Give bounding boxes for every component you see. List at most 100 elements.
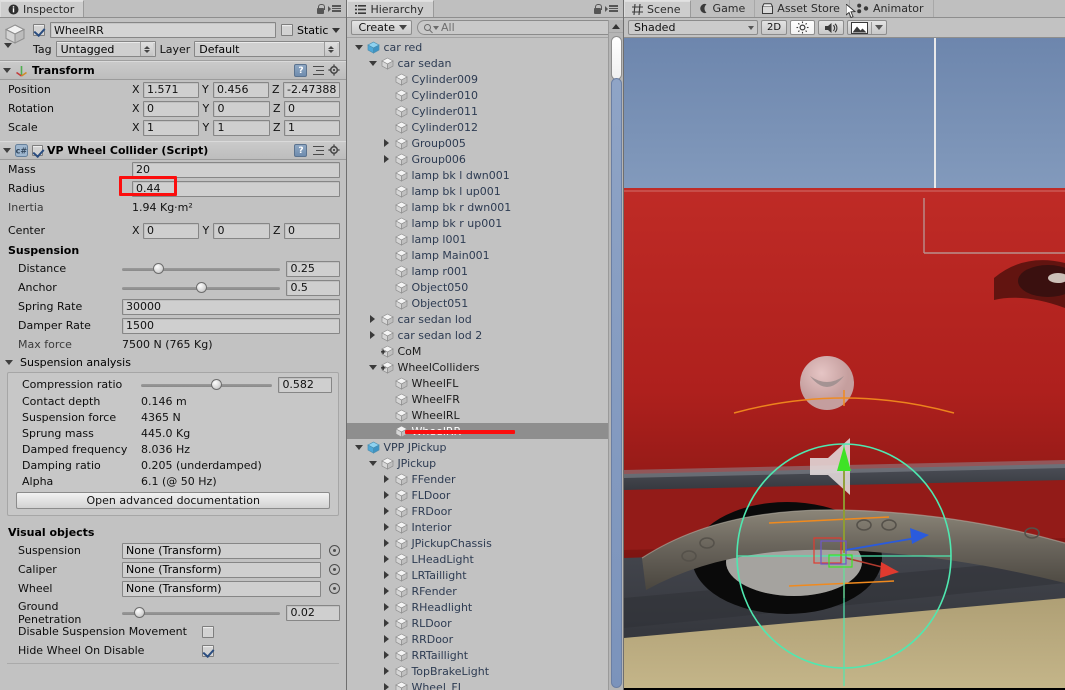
- tab-hierarchy[interactable]: Hierarchy: [347, 0, 434, 17]
- ground-penetration-slider[interactable]: [122, 606, 281, 619]
- hierarchy-item-wheelfl[interactable]: WheelFL: [347, 375, 623, 391]
- hierarchy-item-object051[interactable]: Object051: [347, 295, 623, 311]
- wheel-collider-component-header[interactable]: c# VP Wheel Collider (Script) ?: [0, 141, 347, 160]
- transform-foldout-icon[interactable]: [3, 68, 11, 73]
- hierarchy-item-wheel-fl[interactable]: Wheel_FL: [347, 679, 623, 690]
- tab-scene[interactable]: Scene: [624, 0, 691, 17]
- chevron-down-icon[interactable]: [353, 44, 364, 50]
- slider-knob[interactable]: [152, 262, 164, 274]
- audio-toggle-button[interactable]: [818, 20, 845, 35]
- hierarchy-item-car-sedan-lod-2[interactable]: car sedan lod 2: [347, 327, 623, 343]
- tab-animator[interactable]: Animator: [845, 0, 934, 19]
- chevron-right-icon[interactable]: [381, 571, 392, 579]
- hierarchy-item-car-sedan[interactable]: car sedan: [347, 55, 623, 71]
- lock-icon[interactable]: [593, 3, 602, 14]
- chevron-down-icon[interactable]: [367, 460, 378, 466]
- preset-icon[interactable]: [311, 145, 325, 157]
- gameobject-icon-dropdown[interactable]: [4, 43, 12, 48]
- chevron-right-icon[interactable]: [381, 475, 392, 483]
- hierarchy-item-lamp-bk-r-up001[interactable]: lamp bk r up001: [347, 215, 623, 231]
- hierarchy-item-topbrakelight[interactable]: TopBrakeLight: [347, 663, 623, 679]
- position-y-input[interactable]: 0.456: [212, 81, 269, 98]
- help-icon[interactable]: ?: [294, 64, 308, 77]
- position-z-input[interactable]: -2.47388: [282, 81, 341, 98]
- chevron-right-icon[interactable]: [381, 619, 392, 627]
- hierarchy-item-car-red[interactable]: car red›: [347, 39, 623, 55]
- chevron-down-icon[interactable]: [367, 364, 378, 370]
- chevron-right-icon[interactable]: [381, 155, 392, 163]
- object-picker-icon[interactable]: [329, 564, 341, 575]
- object-picker-icon[interactable]: [329, 583, 341, 594]
- hierarchy-item-rldoor[interactable]: RLDoor: [347, 615, 623, 631]
- center-x-input[interactable]: 0: [143, 222, 200, 239]
- spring-rate-input[interactable]: 30000: [122, 298, 341, 315]
- compression-slider[interactable]: [141, 378, 273, 391]
- anchor-input[interactable]: 0.5: [286, 279, 341, 296]
- anchor-slider[interactable]: [122, 281, 281, 294]
- scroll-up-button[interactable]: [609, 20, 623, 33]
- lighting-toggle-button[interactable]: [790, 20, 816, 35]
- center-z-input[interactable]: 0: [283, 222, 341, 239]
- effects-dropdown-button[interactable]: [847, 20, 888, 35]
- lock-icon[interactable]: [316, 3, 326, 14]
- hierarchy-item-cylinder012[interactable]: Cylinder012: [347, 119, 623, 135]
- hierarchy-item-lamp-bk-r-dwn001[interactable]: lamp bk r dwn001: [347, 199, 623, 215]
- scale-x-input[interactable]: 1: [143, 119, 200, 136]
- hierarchy-item-wheelfr[interactable]: WheelFR: [347, 391, 623, 407]
- wheel-collider-enabled-checkbox[interactable]: [32, 145, 43, 156]
- hierarchy-item-lamp-bk-l-dwn001[interactable]: lamp bk l dwn001: [347, 167, 623, 183]
- hierarchy-item-lamp-bk-l-up001[interactable]: lamp bk l up001: [347, 183, 623, 199]
- tab-game[interactable]: Game: [690, 0, 756, 17]
- hierarchy-item-ffender[interactable]: FFender: [347, 471, 623, 487]
- create-button[interactable]: Create: [351, 20, 412, 35]
- hierarchy-item-jpickup[interactable]: JPickup: [347, 455, 623, 471]
- menu-icon[interactable]: [605, 5, 618, 12]
- chevron-right-icon[interactable]: [381, 683, 392, 690]
- scale-z-input[interactable]: 1: [283, 119, 341, 136]
- hierarchy-item-cylinder011[interactable]: Cylinder011: [347, 103, 623, 119]
- center-y-input[interactable]: 0: [213, 222, 270, 239]
- damper-rate-input[interactable]: 1500: [122, 317, 341, 334]
- slider-knob[interactable]: [133, 606, 145, 618]
- hierarchy-item-cylinder009[interactable]: Cylinder009: [347, 71, 623, 87]
- preset-icon[interactable]: [311, 65, 325, 77]
- open-advanced-documentation-button[interactable]: Open advanced documentation: [16, 492, 331, 509]
- hierarchy-tree[interactable]: car red›car sedan Cylinder009 Cylinder010 C…: [347, 38, 623, 690]
- gameobject-enabled-checkbox[interactable]: [33, 24, 45, 36]
- analysis-foldout-icon[interactable]: [5, 359, 13, 365]
- rotation-x-input[interactable]: 0: [143, 100, 200, 117]
- chevron-right-icon[interactable]: [367, 315, 378, 323]
- draw-mode-dropdown[interactable]: Shaded: [628, 20, 758, 35]
- hierarchy-item-lheadlight[interactable]: LHeadLight: [347, 551, 623, 567]
- static-dropdown-icon[interactable]: [332, 27, 341, 33]
- chevron-right-icon[interactable]: [381, 587, 392, 595]
- 2d-toggle-button[interactable]: 2D: [761, 20, 788, 35]
- hierarchy-item-interior[interactable]: Interior: [347, 519, 623, 535]
- position-x-input[interactable]: 1.571: [143, 81, 199, 98]
- search-filter-icon[interactable]: [433, 25, 439, 30]
- chevron-right-icon[interactable]: [381, 635, 392, 643]
- chevron-right-icon[interactable]: [381, 523, 392, 531]
- static-checkbox[interactable]: [280, 24, 293, 36]
- hierarchy-item-wheelrr[interactable]: WheelRR: [347, 423, 623, 439]
- scrollbar-thumb[interactable]: [611, 36, 622, 80]
- distance-input[interactable]: 0.25: [286, 260, 341, 277]
- hierarchy-item-car-sedan-lod[interactable]: car sedan lod: [347, 311, 623, 327]
- radius-input[interactable]: 0.44: [132, 180, 341, 197]
- hierarchy-item-group006[interactable]: Group006: [347, 151, 623, 167]
- gear-icon[interactable]: [328, 144, 341, 157]
- rotation-y-input[interactable]: 0: [213, 100, 270, 117]
- hierarchy-item-wheelrl[interactable]: WheelRL: [347, 407, 623, 423]
- hierarchy-item-com[interactable]: CoM: [347, 343, 623, 359]
- chevron-right-icon[interactable]: [381, 555, 392, 563]
- hierarchy-item-lamp-main001[interactable]: lamp Main001: [347, 247, 623, 263]
- chevron-down-icon[interactable]: [353, 444, 364, 450]
- hierarchy-item-lamp-r001[interactable]: lamp r001: [347, 263, 623, 279]
- chevron-right-icon[interactable]: [381, 603, 392, 611]
- layer-dropdown[interactable]: Default: [194, 41, 341, 57]
- hierarchy-scrollbar[interactable]: [608, 20, 623, 690]
- distance-slider[interactable]: [122, 262, 281, 275]
- hierarchy-item-frdoor[interactable]: FRDoor: [347, 503, 623, 519]
- tag-dropdown[interactable]: Untagged: [55, 41, 156, 57]
- hierarchy-item-fldoor[interactable]: FLDoor: [347, 487, 623, 503]
